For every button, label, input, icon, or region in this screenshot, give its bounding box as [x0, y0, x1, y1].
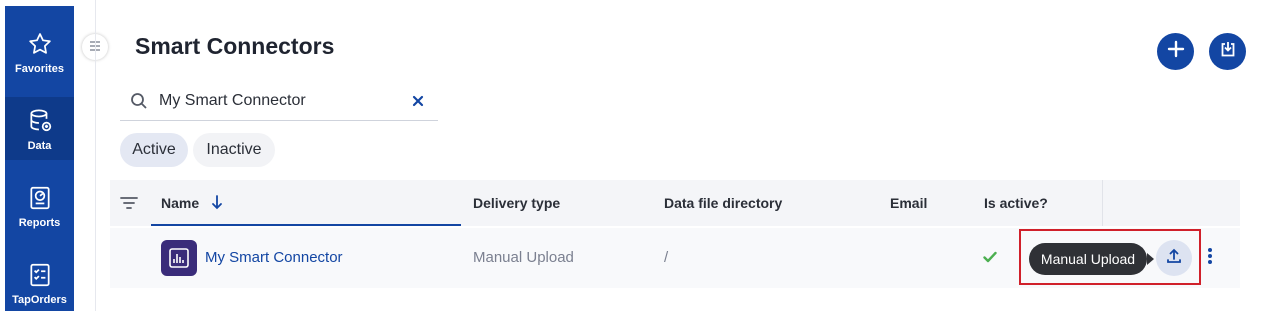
sidebar-item-label: TapOrders: [12, 294, 67, 306]
data-file-directory-cell: /: [664, 249, 669, 266]
sidebar-item-reports[interactable]: Reports: [5, 174, 74, 237]
search-icon: [130, 92, 148, 115]
database-icon: [26, 107, 54, 135]
search-input[interactable]: [159, 90, 399, 112]
search-box: [120, 82, 438, 121]
sort-indicator-underline: [151, 224, 461, 226]
sidebar-item-label: Data: [27, 140, 52, 152]
sidebar-item-taporders[interactable]: TapOrders: [5, 251, 74, 311]
column-separator: [1102, 180, 1103, 226]
table-header: Name Delivery type Data file directory E…: [110, 180, 1240, 226]
sidebar-item-label: Favorites: [15, 63, 64, 75]
column-header-email[interactable]: Email: [890, 195, 927, 211]
more-vertical-icon: [1207, 247, 1213, 270]
close-icon[interactable]: [412, 94, 424, 112]
column-header-delivery-type[interactable]: Delivery type: [473, 195, 560, 211]
highlight-box: [1019, 229, 1201, 285]
sidebar-divider: [95, 0, 96, 311]
star-icon: [26, 30, 54, 58]
filter-icon[interactable]: [120, 196, 138, 215]
download-box-icon: [1219, 40, 1237, 63]
column-header-name[interactable]: Name: [161, 195, 199, 211]
delivery-type-cell: Manual Upload: [473, 249, 574, 266]
sidebar-item-favorites[interactable]: Favorites: [5, 20, 74, 83]
plus-icon: [1167, 40, 1185, 63]
sidebar: Favorites Data Reports TapOrders: [5, 6, 74, 311]
arrow-down-icon[interactable]: [211, 194, 223, 215]
report-icon: [26, 184, 54, 212]
sidebar-item-data[interactable]: Data: [5, 97, 74, 160]
checklist-icon: [26, 261, 54, 289]
column-header-is-active[interactable]: Is active?: [984, 195, 1048, 211]
column-header-data-file-directory[interactable]: Data file directory: [664, 195, 782, 211]
check-icon: [983, 250, 997, 268]
page-title: Smart Connectors: [135, 33, 335, 59]
bar-chart-icon: [161, 240, 197, 276]
sidebar-item-label: Reports: [18, 217, 61, 229]
connector-name-link[interactable]: My Smart Connector: [205, 249, 343, 266]
more-options-button[interactable]: [1200, 247, 1220, 269]
filter-chip-inactive[interactable]: Inactive: [193, 133, 275, 167]
export-button[interactable]: [1209, 33, 1246, 70]
add-connector-button[interactable]: [1157, 33, 1194, 70]
filter-chip-active[interactable]: Active: [120, 133, 188, 167]
